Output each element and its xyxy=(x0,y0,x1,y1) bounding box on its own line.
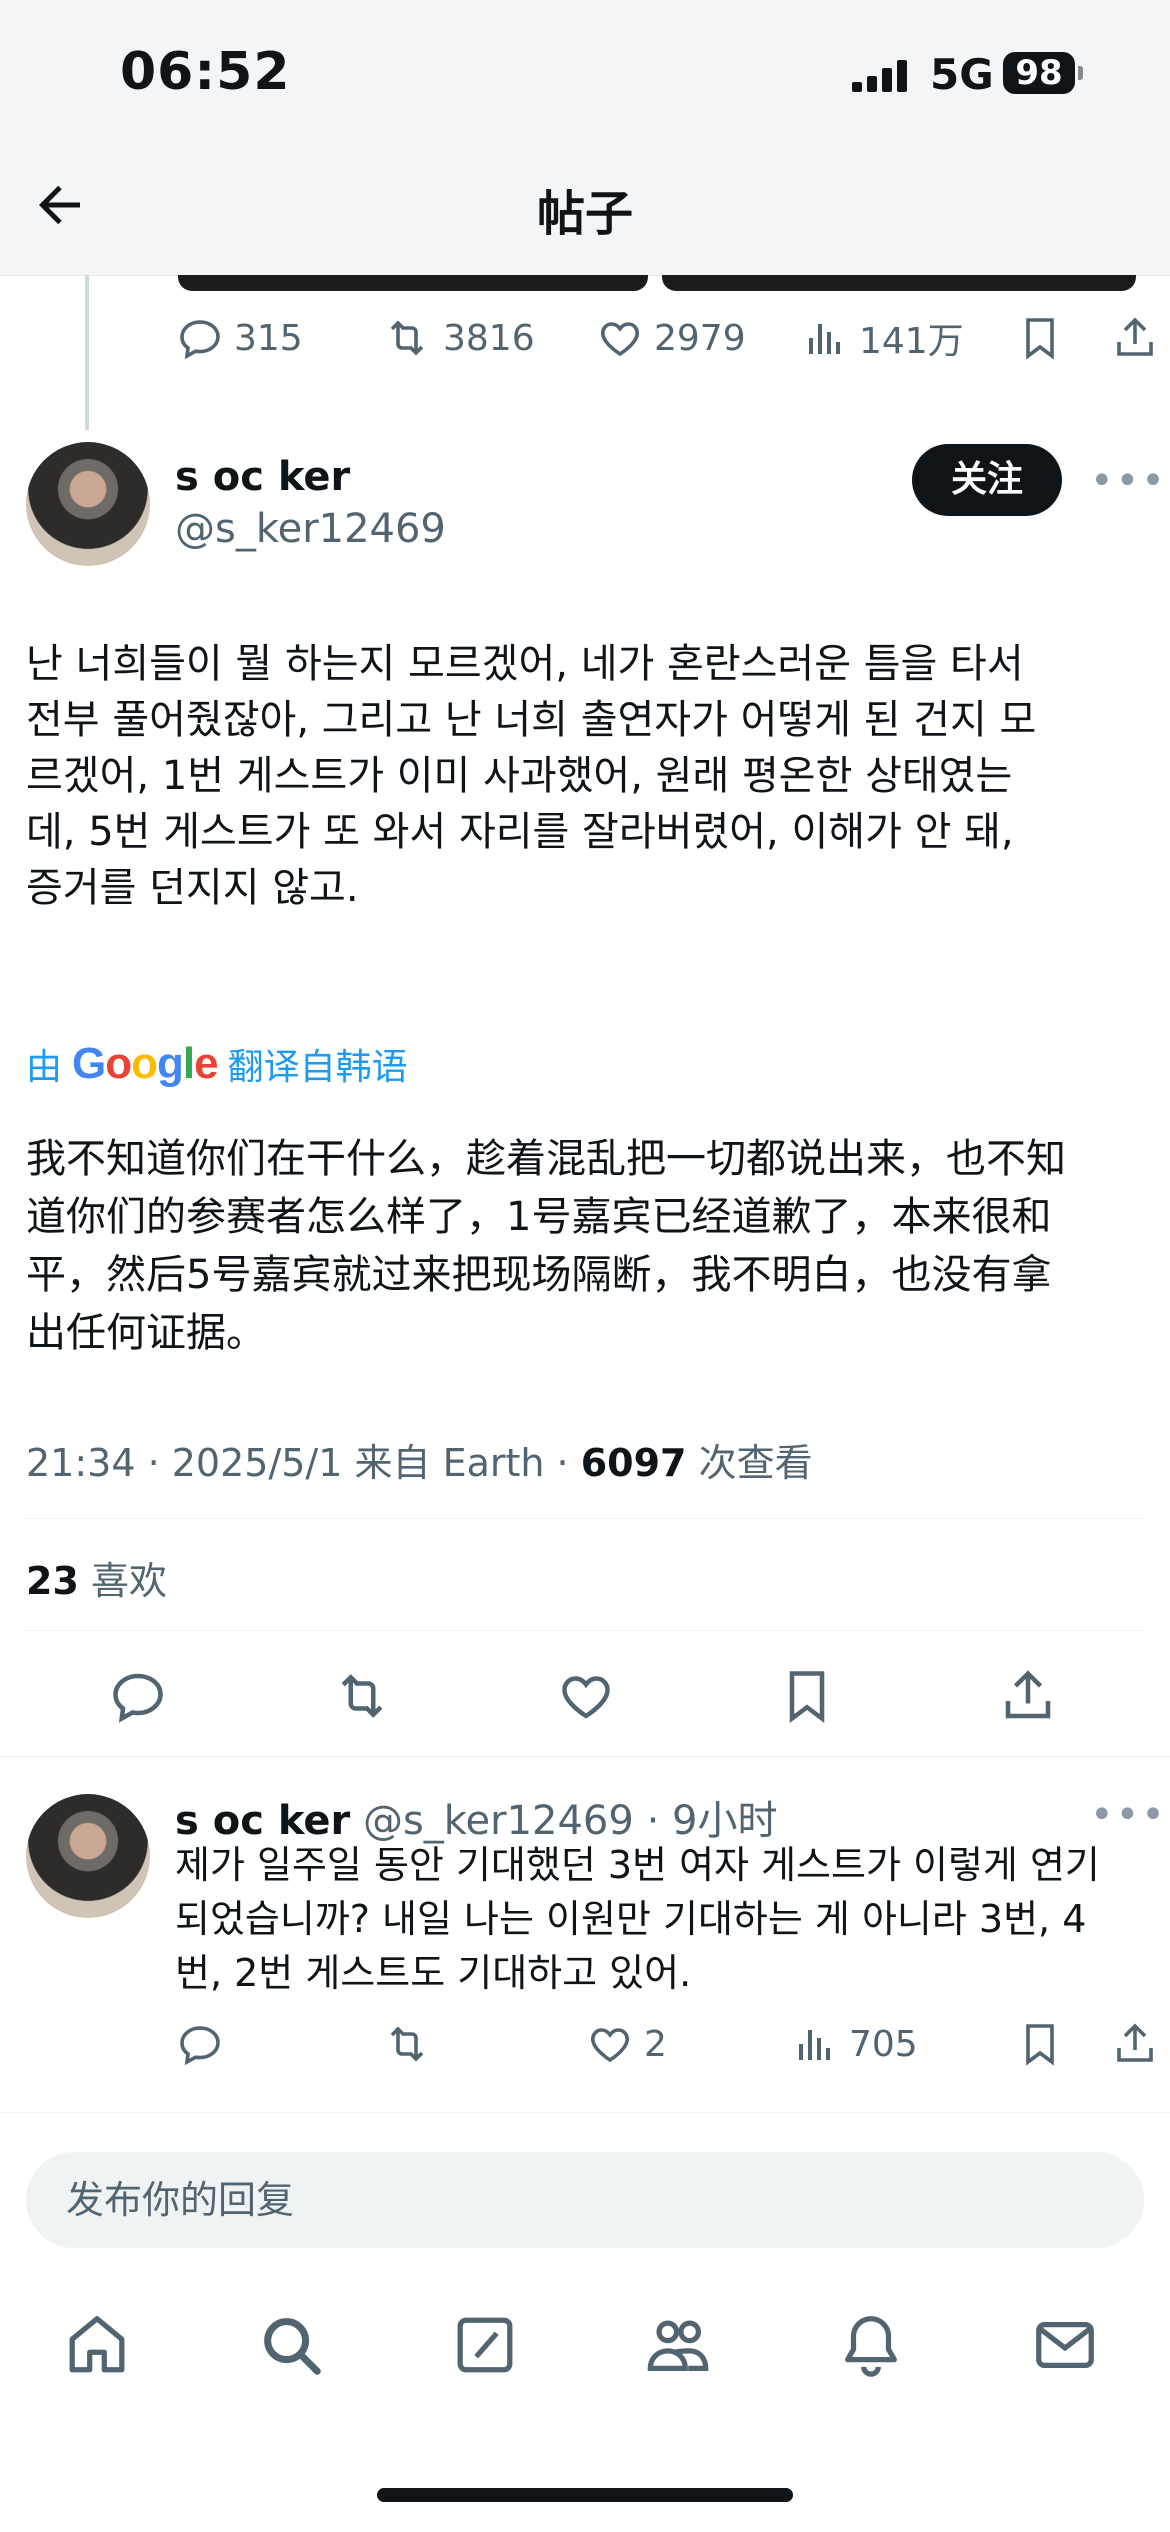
thread-line xyxy=(85,275,89,430)
translate-suffix: 翻译自韩语 xyxy=(227,1047,408,1088)
reply-icon xyxy=(113,1673,163,1723)
share-button[interactable] xyxy=(998,1666,1068,1726)
reply-text: 제가 일주일 동안 기대했던 3번 여자 게스트가 이렇게 연기 되었습니까? … xyxy=(175,1843,1100,1995)
likes-count: 23 xyxy=(26,1559,79,1603)
retweet-button[interactable] xyxy=(381,2020,586,2068)
views-count: 141万 xyxy=(859,321,964,362)
reply-like-count: 2 xyxy=(644,2023,667,2065)
prev-tweet-actions: 315 3816 2979 141万 xyxy=(176,312,1169,364)
search-icon[interactable] xyxy=(256,2310,326,2384)
prev-tweet-media-2[interactable] xyxy=(662,275,1136,291)
share-button[interactable] xyxy=(1111,314,1169,362)
views-button[interactable]: 705 xyxy=(791,2020,1016,2068)
divider xyxy=(26,1630,1144,1631)
google-logo: Google xyxy=(72,1039,219,1088)
bookmark-button[interactable] xyxy=(777,1666,847,1726)
author-handle[interactable]: @s_ker12469 xyxy=(175,506,446,552)
signal-icon xyxy=(852,60,912,92)
share-icon xyxy=(1117,317,1153,356)
avatar[interactable] xyxy=(26,442,150,566)
author-name[interactable]: s oc ker xyxy=(175,454,350,500)
reply-actions: 2 705 xyxy=(176,2020,1169,2068)
reply-avatar[interactable] xyxy=(26,1794,150,1918)
like-count: 2979 xyxy=(654,317,746,359)
prev-tweet-media-1[interactable] xyxy=(178,275,648,291)
likes-summary[interactable]: 23 喜欢 xyxy=(26,1550,167,1605)
retweet-button[interactable]: 3816 xyxy=(381,314,596,362)
reply-icon xyxy=(180,320,220,360)
share-icon xyxy=(1117,2023,1153,2062)
reply-count: 315 xyxy=(234,317,303,359)
notifications-icon[interactable] xyxy=(836,2310,906,2384)
bookmark-button[interactable] xyxy=(1016,314,1111,362)
more-options-icon[interactable]: ••• xyxy=(1090,458,1167,504)
tweet-original-text: 난 너희들이 뭘 하는지 모르겠어, 네가 혼란스러운 틈을 타서 전부 풀어줬… xyxy=(26,641,1037,911)
bookmark-icon xyxy=(1026,2024,1054,2066)
views-icon xyxy=(799,2030,830,2060)
network-label: 5G xyxy=(930,50,994,99)
messages-icon[interactable] xyxy=(1030,2310,1100,2384)
divider xyxy=(0,2112,1170,2113)
like-button[interactable]: 2 xyxy=(586,2020,791,2068)
reply-button[interactable] xyxy=(108,1666,178,1726)
heart-icon xyxy=(562,1676,610,1719)
retweet-count: 3816 xyxy=(443,317,535,359)
share-button[interactable] xyxy=(1111,2020,1169,2068)
battery-level: 98 xyxy=(1015,53,1063,93)
bookmark-icon xyxy=(1026,318,1054,360)
status-time: 06:52 xyxy=(120,42,291,102)
heart-icon xyxy=(601,322,639,357)
tweet-translated-text: 我不知道你们在干什么，趁着混乱把一切都说出来，也不知 道你们的参赛者怎么样了，1… xyxy=(26,1136,1066,1356)
divider xyxy=(0,1756,1170,1757)
views-button[interactable]: 141万 xyxy=(801,312,1016,364)
views-label: 次查看 xyxy=(686,1441,813,1485)
share-icon xyxy=(1005,1670,1051,1719)
retweet-icon xyxy=(390,320,424,356)
bookmark-icon xyxy=(789,1671,825,1723)
retweet-button[interactable] xyxy=(329,1666,405,1726)
bookmark-button[interactable] xyxy=(1016,2020,1111,2068)
communities-icon[interactable] xyxy=(642,2310,714,2384)
tweet-timestamp: 21:34 · 2025/5/1 来自 Earth · xyxy=(26,1441,581,1485)
views-count: 6097 xyxy=(580,1441,687,1485)
retweet-icon xyxy=(390,2026,424,2062)
likes-label: 喜欢 xyxy=(78,1559,167,1603)
tweet-meta: 21:34 · 2025/5/1 来自 Earth · 6097 次查看 xyxy=(26,1432,813,1487)
divider xyxy=(26,1518,1144,1519)
views-icon xyxy=(809,324,840,354)
main-tweet-actions xyxy=(108,1666,1068,1726)
translation-label[interactable]: 由 Google 翻译自韩语 xyxy=(26,1038,408,1090)
retweet-icon xyxy=(341,1674,383,1718)
page-title: 帖子 xyxy=(536,186,633,242)
like-button[interactable]: 2979 xyxy=(596,314,801,362)
translate-prefix: 由 xyxy=(26,1047,63,1088)
reply-icon xyxy=(180,2026,220,2066)
follow-button[interactable]: 关注 xyxy=(912,444,1062,516)
reply-more-options-icon[interactable]: ••• xyxy=(1090,1792,1167,1838)
reply-input[interactable]: 发布你的回复 xyxy=(26,2152,1144,2248)
home-icon[interactable] xyxy=(62,2310,132,2384)
home-indicator xyxy=(377,2488,793,2502)
heart-icon xyxy=(591,2028,629,2063)
reply-views-count: 705 xyxy=(849,2023,918,2065)
battery-icon: 98 xyxy=(1003,52,1083,94)
reply-button[interactable]: 315 xyxy=(176,314,381,362)
reply-button[interactable] xyxy=(176,2020,381,2068)
like-button[interactable] xyxy=(556,1666,626,1726)
compose-icon[interactable] xyxy=(450,2310,520,2384)
